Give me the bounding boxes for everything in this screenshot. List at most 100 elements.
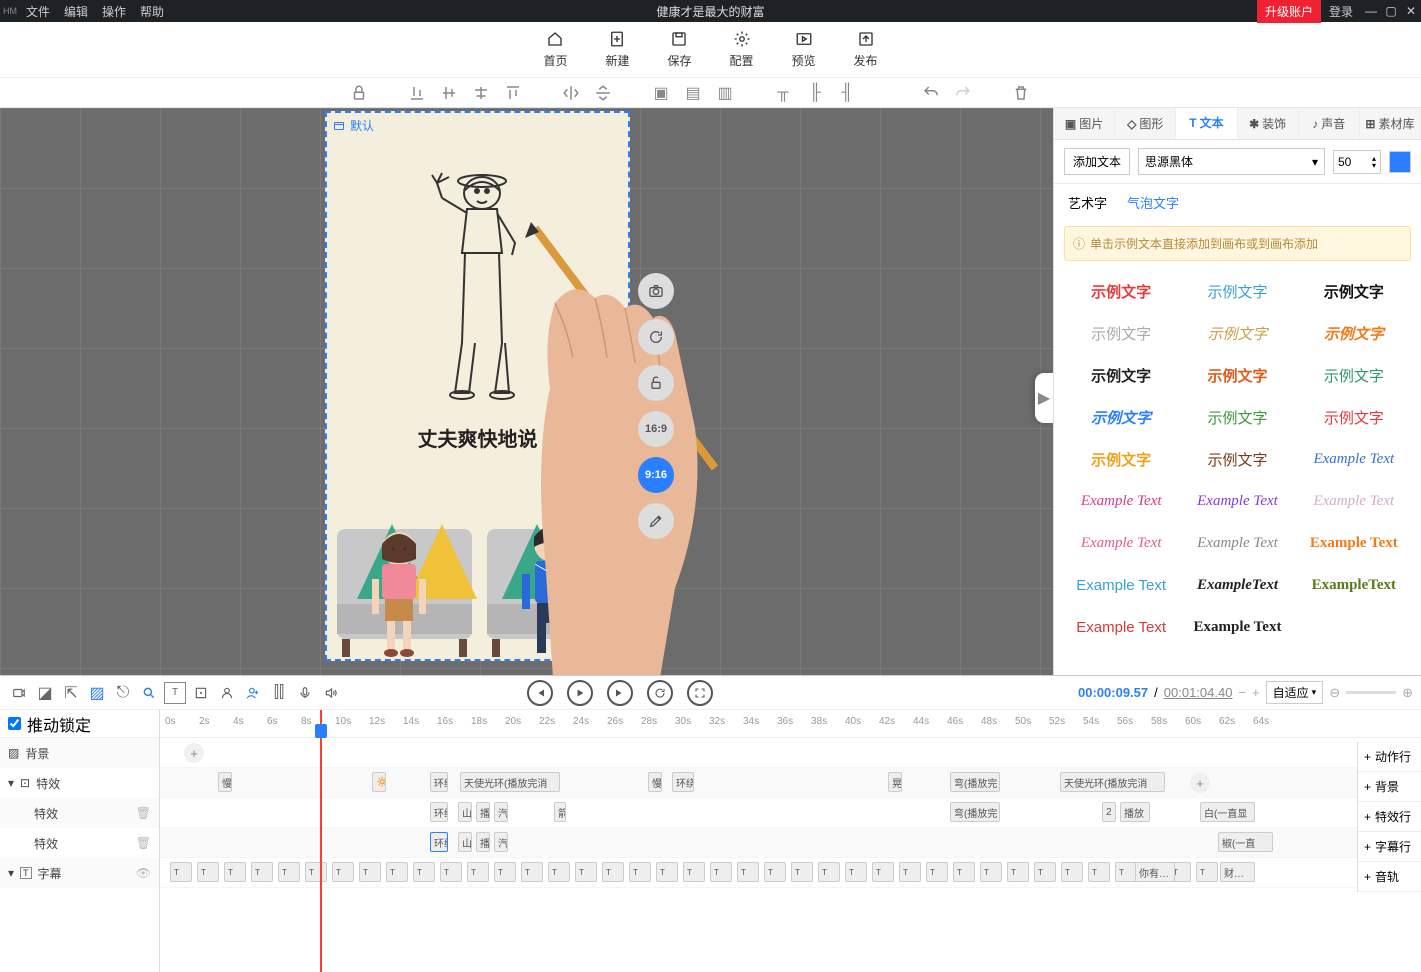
zoom-in-icon[interactable]: + [1252, 685, 1260, 700]
clip[interactable]: 慢 [648, 772, 662, 792]
tl-icon-2[interactable]: ◪ [34, 682, 56, 704]
clip[interactable]: 汽 [494, 832, 508, 852]
zoom-out-icon[interactable]: − [1238, 685, 1246, 700]
tl-icon-4[interactable]: ▨ [86, 682, 108, 704]
eye-icon[interactable]: 👁 [136, 866, 151, 880]
layer-3-icon[interactable]: ▥ [716, 84, 734, 102]
tab-img[interactable]: ▣图片 [1054, 108, 1115, 139]
text-sample-0[interactable]: 示例文字 [1068, 277, 1174, 305]
fullscreen-button[interactable] [687, 680, 713, 706]
align-middle-icon[interactable] [440, 84, 458, 102]
tl-icon-5[interactable]: ⎋ [112, 682, 134, 704]
trash-icon[interactable]: 🗑 [136, 836, 151, 850]
subtitle-clip[interactable]: T [683, 862, 705, 882]
play-button[interactable] [567, 680, 593, 706]
subtitle-clip[interactable]: 财… [1220, 862, 1255, 882]
canvas-area[interactable]: 默认 丈夫爽快地说 [0, 108, 1053, 675]
subtab-bubble-text[interactable]: 气泡文字 [1127, 193, 1179, 212]
push-lock-checkbox[interactable] [8, 717, 21, 730]
tab-decor[interactable]: ✱装饰 [1238, 108, 1299, 139]
ratio-9-16-button[interactable]: 9:16 [638, 457, 674, 493]
text-sample-9[interactable]: 示例文字 [1068, 403, 1174, 431]
menu-帮助[interactable]: 帮助 [140, 3, 164, 20]
add-动作行[interactable]: +动作行 [1358, 742, 1421, 772]
zoom-out-2-icon[interactable]: ⊖ [1329, 685, 1340, 701]
subtitle-clip[interactable]: T [1115, 862, 1137, 882]
person-icon[interactable] [216, 682, 238, 704]
clip[interactable]: 播 [476, 802, 490, 822]
publish-button[interactable]: 发布 [854, 30, 878, 69]
text-sample-24[interactable]: Example Text [1068, 613, 1174, 641]
subtitle-clip[interactable]: T [386, 862, 408, 882]
text-sample-20[interactable]: Example Text [1301, 529, 1407, 557]
text-sample-19[interactable]: Example Text [1184, 529, 1290, 557]
subtitle-clip[interactable]: T [1034, 862, 1056, 882]
layer-2-icon[interactable]: ▤ [684, 84, 702, 102]
text-sample-8[interactable]: 示例文字 [1301, 361, 1407, 389]
clip[interactable]: 箭 [554, 802, 566, 822]
subtitle-clip[interactable]: T [926, 862, 948, 882]
subtitle-clip[interactable]: T [575, 862, 597, 882]
clip[interactable]: 🔅 [372, 772, 386, 792]
tab-sound[interactable]: ♪声音 [1299, 108, 1360, 139]
text-sample-16[interactable]: Example Text [1184, 487, 1290, 515]
align-top-icon[interactable] [504, 84, 522, 102]
preview-button[interactable]: 预览 [792, 30, 816, 69]
text-sample-6[interactable]: 示例文字 [1068, 361, 1174, 389]
unlock-icon[interactable] [638, 365, 674, 401]
subtitle-clip[interactable]: T [305, 862, 327, 882]
font-size-input[interactable]: 50▴▾ [1333, 150, 1381, 174]
subtitle-clip[interactable]: T [791, 862, 813, 882]
search-icon[interactable] [138, 682, 160, 704]
subtitle-clip[interactable]: T [710, 862, 732, 882]
text-sample-12[interactable]: 示例文字 [1068, 445, 1174, 473]
subtitle-clip[interactable]: T [548, 862, 570, 882]
text-tool-icon[interactable]: T [164, 682, 186, 704]
duration[interactable]: 00:01:04.40 [1164, 685, 1233, 700]
track-subtitle[interactable]: TTTTTTTTTTTTTTTTTTTTTTTTTTTTTTTTTTTTTTTT… [160, 858, 1421, 888]
subtitle-clip[interactable]: T [602, 862, 624, 882]
tab-text[interactable]: T文本 [1176, 108, 1237, 139]
menu-操作[interactable]: 操作 [102, 3, 126, 20]
font-select[interactable]: 思源黑体▾ [1138, 148, 1325, 175]
layer-1-icon[interactable]: ▣ [652, 84, 670, 102]
text-sample-11[interactable]: 示例文字 [1301, 403, 1407, 431]
clip[interactable]: 晃 [888, 772, 902, 792]
subtab-art-text[interactable]: 艺术字 [1068, 193, 1107, 212]
add-字幕行[interactable]: +字幕行 [1358, 832, 1421, 862]
text-sample-10[interactable]: 示例文字 [1184, 403, 1290, 431]
clip[interactable]: 环绕 [430, 802, 448, 822]
ratio-16-9-button[interactable]: 16:9 [638, 411, 674, 447]
skip-fwd-button[interactable] [607, 680, 633, 706]
clip[interactable]: 汽 [494, 802, 508, 822]
track-fx-header[interactable]: 慢🔅+环绕天使光环(播放完消慢环绕晃弯(播放完天使光环(播放完消 [160, 768, 1421, 798]
flip-v-icon[interactable] [594, 84, 612, 102]
subtitle-clip[interactable]: T [224, 862, 246, 882]
subtitle-clip[interactable]: T [818, 862, 840, 882]
text-sample-2[interactable]: 示例文字 [1301, 277, 1407, 305]
subtitle-clip[interactable]: T [1088, 862, 1110, 882]
distribute-v-icon[interactable]: ╟ [806, 84, 824, 102]
collapse-icon[interactable]: ▾ [8, 866, 14, 880]
track-fx-1[interactable]: 环绕山播汽箭弯(播放完2播放白(一直显 [160, 798, 1421, 828]
trash-icon[interactable]: 🗑 [136, 806, 151, 820]
tab-lib[interactable]: ⊞素材库 [1360, 108, 1421, 139]
subtitle-clip[interactable]: T [494, 862, 516, 882]
clip[interactable]: 播放 [1120, 802, 1150, 822]
flip-h-icon[interactable] [562, 84, 580, 102]
tl-icon-8[interactable]: ⊡ [190, 682, 212, 704]
record-icon[interactable] [8, 682, 30, 704]
subtitle-clip[interactable]: T [764, 862, 786, 882]
track-fx-2[interactable]: 环绕山播汽椒(一直 [160, 828, 1421, 858]
add-clip-button[interactable]: + [184, 743, 204, 763]
add-音轨[interactable]: +音轨 [1358, 862, 1421, 892]
text-sample-13[interactable]: 示例文字 [1184, 445, 1290, 473]
clip[interactable]: 环绕 [672, 772, 694, 792]
subtitle-clip[interactable]: T [440, 862, 462, 882]
clip[interactable]: 白(一直显 [1200, 802, 1255, 822]
subtitle-clip[interactable]: T [1007, 862, 1029, 882]
track-bg[interactable]: + [160, 738, 1421, 768]
subtitle-clip[interactable]: T [467, 862, 489, 882]
subtitle-clip[interactable]: T [656, 862, 678, 882]
text-sample-18[interactable]: Example Text [1068, 529, 1174, 557]
